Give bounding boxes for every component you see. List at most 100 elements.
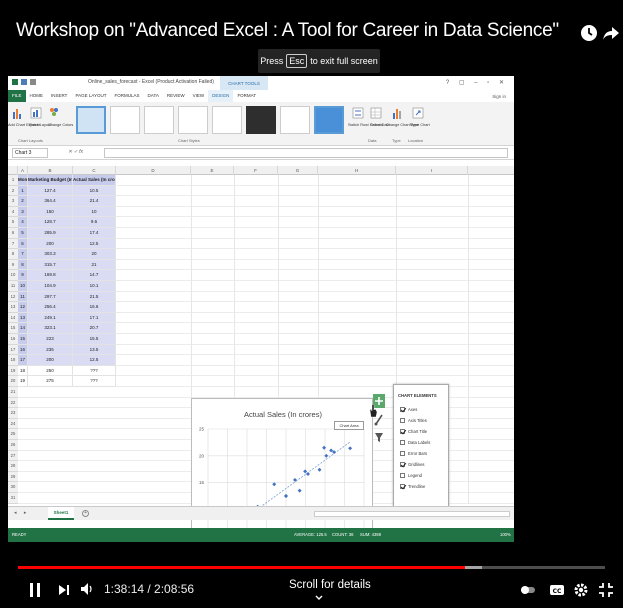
row-header[interactable]: 31 [8, 493, 18, 504]
table-header-cell[interactable]: Actual Sales (In crores) [73, 175, 116, 186]
tab-file[interactable]: FILE [8, 90, 26, 102]
row-header[interactable]: 27 [8, 450, 18, 462]
column-header[interactable]: B [28, 166, 73, 175]
row-header[interactable]: 15 [8, 323, 18, 334]
chart-filters-icon[interactable] [373, 430, 385, 444]
row-header[interactable]: 6 [8, 228, 18, 239]
tab-home[interactable]: HOME [26, 90, 48, 102]
column-header[interactable]: D [116, 166, 191, 175]
tab-review[interactable]: REVIEW [163, 90, 189, 102]
table-cell[interactable]: 303.3 [28, 249, 73, 260]
row-header[interactable]: 18 [8, 355, 18, 366]
window-controls[interactable]: ? ▢ – ▫ ✕ [446, 79, 508, 86]
table-cell[interactable]: 285.9 [28, 228, 73, 239]
select-all-corner[interactable] [8, 166, 18, 175]
table-cell[interactable]: 6 [18, 238, 28, 250]
sign-in-link[interactable]: Sign in [492, 94, 506, 99]
table-cell[interactable]: 12.5 [73, 238, 116, 250]
table-cell[interactable]: 10 [18, 281, 28, 292]
chart-style-2[interactable] [110, 106, 140, 134]
row-header[interactable]: 24 [8, 418, 18, 430]
table-cell[interactable]: 200 [28, 355, 73, 366]
row-header[interactable]: 8 [8, 249, 18, 260]
chart-element-option[interactable]: Data Labels [400, 438, 430, 447]
table-cell[interactable]: 127.4 [28, 185, 73, 197]
table-cell[interactable]: 12.5 [73, 355, 116, 366]
table-cell[interactable]: 18 [18, 365, 28, 377]
fx-symbols[interactable]: ✕ ✓ fx [68, 149, 83, 155]
row-header[interactable]: 2 [8, 185, 18, 197]
pause-icon[interactable] [28, 582, 42, 598]
table-cell[interactable]: 297.7 [28, 291, 73, 303]
tab-page-layout[interactable]: PAGE LAYOUT [71, 90, 110, 102]
table-header-cell[interactable]: Month [18, 175, 28, 186]
chart-style-8[interactable] [314, 106, 344, 134]
table-cell[interactable]: 21.5 [73, 291, 116, 303]
tab-data[interactable]: DATA [144, 90, 163, 102]
checkbox[interactable] [400, 462, 405, 467]
table-cell[interactable]: 21.4 [73, 196, 116, 207]
tab-view[interactable]: VIEW [189, 90, 209, 102]
chart-style-4[interactable] [178, 106, 208, 134]
row-header[interactable]: 14 [8, 312, 18, 324]
table-cell[interactable]: 17.1 [73, 312, 116, 324]
table-cell[interactable]: 11 [18, 291, 28, 303]
table-cell[interactable]: 364.4 [28, 196, 73, 207]
table-cell[interactable]: 16 [18, 344, 28, 356]
checkbox[interactable] [400, 451, 405, 456]
chart-style-6[interactable] [246, 106, 276, 134]
table-cell[interactable]: 10 [73, 206, 116, 218]
switch-row-column-icon[interactable] [352, 106, 364, 120]
table-cell[interactable]: 249.1 [28, 312, 73, 324]
column-header[interactable]: G [278, 166, 318, 175]
table-cell[interactable]: 275 [28, 376, 73, 387]
chart-style-7[interactable] [280, 106, 310, 134]
table-cell[interactable]: 14.7 [73, 270, 116, 281]
chart-element-option[interactable]: Chart Title [400, 427, 427, 436]
formula-input[interactable] [104, 148, 508, 158]
row-header[interactable]: 3 [8, 196, 18, 207]
row-header[interactable]: 26 [8, 440, 18, 451]
row-header[interactable]: 9 [8, 259, 18, 271]
autoplay-toggle-icon[interactable] [520, 582, 536, 598]
chart-element-option[interactable]: Error Bars [400, 449, 427, 458]
row-header[interactable]: 22 [8, 397, 18, 409]
row-header[interactable]: 28 [8, 461, 18, 472]
chart-element-option[interactable]: Legend [400, 471, 422, 480]
row-header[interactable]: 30 [8, 482, 18, 493]
progress-bar[interactable] [18, 566, 605, 569]
column-header[interactable]: C [73, 166, 116, 175]
row-header[interactable]: 7 [8, 238, 18, 250]
add-chart-element-icon[interactable] [12, 106, 24, 120]
exit-fullscreen-icon[interactable] [598, 582, 614, 598]
scatter-chart[interactable]: Actual Sales (In crores)0510152025050100… [191, 398, 373, 542]
table-cell[interactable]: 223 [28, 334, 73, 345]
watch-later-icon[interactable] [580, 24, 598, 42]
row-header[interactable]: 12 [8, 291, 18, 303]
sheet-tab-sheet1[interactable]: Sheet1 [48, 507, 74, 520]
row-header[interactable]: 4 [8, 206, 18, 218]
tab-format[interactable]: FORMAT [233, 90, 260, 102]
row-header[interactable]: 19 [8, 365, 18, 377]
row-header[interactable]: 21 [8, 387, 18, 398]
row-header[interactable]: 10 [8, 270, 18, 281]
table-cell[interactable]: 19 [18, 376, 28, 387]
chart-element-option[interactable]: Axes [400, 405, 417, 414]
table-cell[interactable]: 17.4 [73, 228, 116, 239]
table-cell[interactable]: 10.5 [73, 185, 116, 197]
table-cell[interactable]: 14 [18, 323, 28, 334]
table-cell[interactable]: 169.8 [28, 270, 73, 281]
tab-design[interactable]: DESIGN [208, 90, 234, 102]
row-header[interactable]: 20 [8, 376, 18, 387]
table-cell[interactable]: 8 [18, 259, 28, 271]
tab-insert[interactable]: INSERT [47, 90, 71, 102]
table-cell[interactable]: 150 [28, 206, 73, 218]
column-header[interactable]: F [234, 166, 278, 175]
row-header[interactable]: 1 [8, 175, 18, 186]
settings-gear-icon[interactable] [573, 582, 589, 598]
quick-layout-icon[interactable] [30, 106, 42, 120]
chart-element-option[interactable]: Gridlines [400, 460, 425, 469]
select-data-icon[interactable] [370, 106, 382, 120]
volume-icon[interactable] [80, 582, 94, 596]
table-cell[interactable]: 9.6 [73, 217, 116, 228]
